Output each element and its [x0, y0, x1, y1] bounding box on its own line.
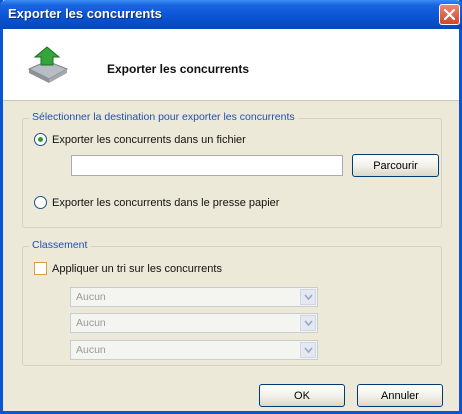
sorting-legend: Classement: [29, 239, 91, 251]
sort-field-3-dropdown-button[interactable]: [300, 342, 316, 358]
apply-sort-label: Appliquer un tri sur les concurrents: [52, 262, 222, 275]
header-title: Exporter les concurrents: [107, 62, 250, 76]
sort-field-3-select[interactable]: Aucun: [70, 340, 318, 360]
export-dialog: Exporter les concurrents Exporter les co…: [0, 0, 462, 414]
chevron-down-icon: [304, 347, 313, 354]
close-button[interactable]: [439, 4, 460, 25]
dialog-header: Exporter les concurrents: [3, 29, 459, 101]
export-to-clipboard-label: Exporter les concurrents dans le presse …: [52, 196, 280, 209]
sort-field-2-dropdown-button[interactable]: [300, 315, 316, 331]
title-bar[interactable]: Exporter les concurrents: [0, 0, 462, 29]
sort-field-1-select[interactable]: Aucun: [70, 287, 318, 307]
export-to-clipboard-option[interactable]: Exporter les concurrents dans le presse …: [34, 196, 279, 209]
export-to-file-label: Exporter les concurrents dans un fichier: [52, 133, 246, 146]
ok-button[interactable]: OK: [259, 384, 345, 407]
sort-field-2-value: Aucun: [76, 317, 106, 329]
export-to-file-option[interactable]: Exporter les concurrents dans un fichier: [34, 133, 246, 146]
apply-sort-option[interactable]: Appliquer un tri sur les concurrents: [34, 262, 222, 275]
sort-field-3-value: Aucun: [76, 344, 106, 356]
chevron-down-icon: [304, 320, 313, 327]
chevron-down-icon: [304, 294, 313, 301]
export-to-file-radio[interactable]: [34, 133, 47, 146]
apply-sort-checkbox[interactable]: [34, 262, 47, 275]
destination-legend: Sélectionner la destination pour exporte…: [29, 111, 298, 123]
window-title: Exporter les concurrents: [8, 6, 162, 21]
sort-field-1-dropdown-button[interactable]: [300, 289, 316, 305]
export-to-clipboard-radio[interactable]: [34, 196, 47, 209]
browse-button[interactable]: Parcourir: [352, 154, 439, 177]
close-icon: [444, 9, 455, 20]
sort-field-2-select[interactable]: Aucun: [70, 313, 318, 333]
cancel-button[interactable]: Annuler: [357, 384, 443, 407]
sort-field-1-value: Aucun: [76, 291, 106, 303]
file-path-input[interactable]: [71, 155, 343, 176]
export-green-arrow-icon: [27, 46, 69, 83]
